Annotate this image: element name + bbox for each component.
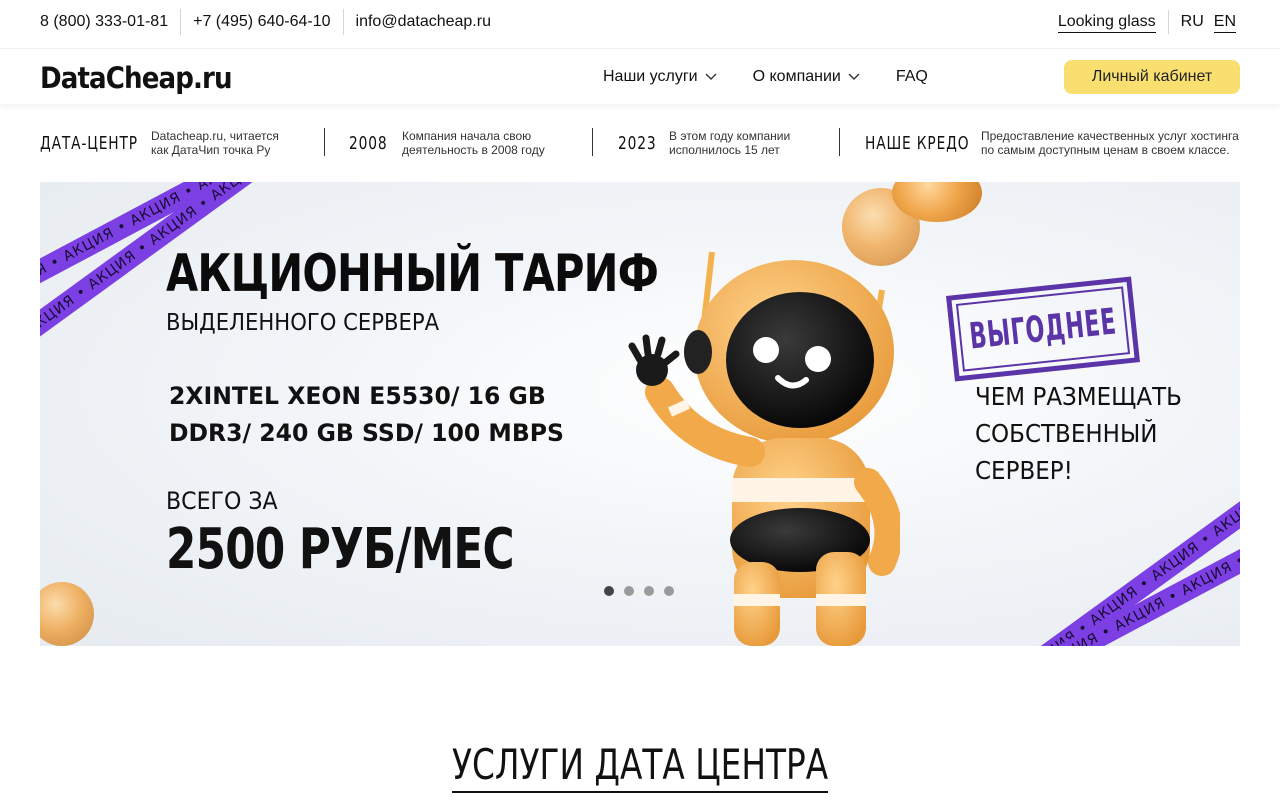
lang-ru-link[interactable]: RU <box>1181 13 1204 31</box>
fact-credo: НАШЕ КРЕДО Предоставление качественных у… <box>865 128 1239 158</box>
fact-text: Компания начала свою деятельность в 2008… <box>402 129 545 157</box>
main-nav: Наши услуги О компании FAQ <box>603 49 964 105</box>
fact-2008: 2008 Компания начала свою деятельность в… <box>349 128 545 158</box>
nav-item-services[interactable]: Наши услуги <box>603 68 717 86</box>
slider-dot[interactable] <box>604 586 614 596</box>
fact-title: 2008 <box>349 132 388 154</box>
banner-spec-line: 2XINTEL XEON E5530/ 16 GB <box>169 382 546 410</box>
phone-link-2[interactable]: +7 (495) 640-64-10 <box>181 9 342 35</box>
banner-right-text: ЧЕМ РАЗМЕЩАТЬ <box>975 382 1182 411</box>
stamp-badge: ВЫГОДНЕЕ <box>946 276 1140 382</box>
lang-en-link[interactable]: EN <box>1213 12 1236 33</box>
promo-banner[interactable]: АКЦИЯ • АКЦИЯ • АКЦИЯ • АКЦИЯ • АКЦИЯ АК… <box>40 182 1240 646</box>
nav-item-label: О компании <box>752 68 841 85</box>
fact-datacenter: ДАТА-ЦЕНТР Datacheap.ru, читается как Да… <box>40 128 279 158</box>
banner-price-prefix: ВСЕГО ЗА <box>166 487 278 515</box>
nav-item-faq[interactable]: FAQ <box>896 68 928 86</box>
slider-dot[interactable] <box>664 586 674 596</box>
banner-right-text: СОБСТВЕННЫЙ <box>975 419 1158 448</box>
contacts: 8 (800) 333-01-81 +7 (495) 640-64-10 inf… <box>40 0 503 44</box>
divider <box>1167 10 1169 34</box>
banner-price: 2500 РУБ/МЕС <box>166 517 515 582</box>
divider <box>592 128 593 156</box>
fact-title: НАШЕ КРЕДО <box>865 132 970 154</box>
fact-text: Предоставление качественных услуг хостин… <box>981 129 1239 157</box>
top-right-links: Looking glass RU EN <box>1057 0 1236 44</box>
slider-dots <box>604 586 684 596</box>
email-link[interactable]: info@datacheap.ru <box>344 9 503 35</box>
slider-dot[interactable] <box>644 586 654 596</box>
fact-title: 2023 <box>618 132 657 154</box>
section-heading: УСЛУГИ ДАТА ЦЕНТРА <box>0 740 1280 793</box>
top-contact-bar: 8 (800) 333-01-81 +7 (495) 640-64-10 inf… <box>0 0 1280 44</box>
looking-glass-link[interactable]: Looking glass <box>1057 12 1156 33</box>
nav-item-label: Наши услуги <box>603 68 698 85</box>
facts-row: ДАТА-ЦЕНТР Datacheap.ru, читается как Да… <box>40 128 1240 158</box>
coin-image <box>40 582 94 646</box>
banner-subtitle: ВЫДЕЛЕННОГО СЕРВЕРА <box>166 310 440 336</box>
nav-item-label: FAQ <box>895 68 928 85</box>
banner-spec-line: DDR3/ 240 GB SSD/ 100 MBPS <box>169 419 564 447</box>
chevron-down-icon <box>705 73 717 80</box>
chevron-down-icon <box>848 73 860 80</box>
divider <box>324 128 325 156</box>
fact-text: Datacheap.ru, читается как ДатаЧип точка… <box>151 129 279 157</box>
stamp-text: ВЫГОДНЕЕ <box>967 300 1119 358</box>
slider-dot[interactable] <box>624 586 634 596</box>
banner-right-text: СЕРВЕР! <box>975 456 1073 485</box>
divider <box>839 128 840 156</box>
main-header: DataCheap.ru Наши услуги О компании FAQ … <box>0 48 1280 104</box>
phone-link-1[interactable]: 8 (800) 333-01-81 <box>40 9 180 35</box>
personal-cabinet-button[interactable]: Личный кабинет <box>1064 60 1240 94</box>
fact-2023: 2023 В этом году компании исполнилось 15… <box>618 128 790 158</box>
site-logo[interactable]: DataCheap.ru <box>40 61 233 95</box>
fact-text: В этом году компании исполнилось 15 лет <box>669 129 791 157</box>
nav-item-about[interactable]: О компании <box>753 68 860 86</box>
section-title: УСЛУГИ ДАТА ЦЕНТРА <box>451 740 829 793</box>
fact-title: ДАТА-ЦЕНТР <box>40 132 138 154</box>
